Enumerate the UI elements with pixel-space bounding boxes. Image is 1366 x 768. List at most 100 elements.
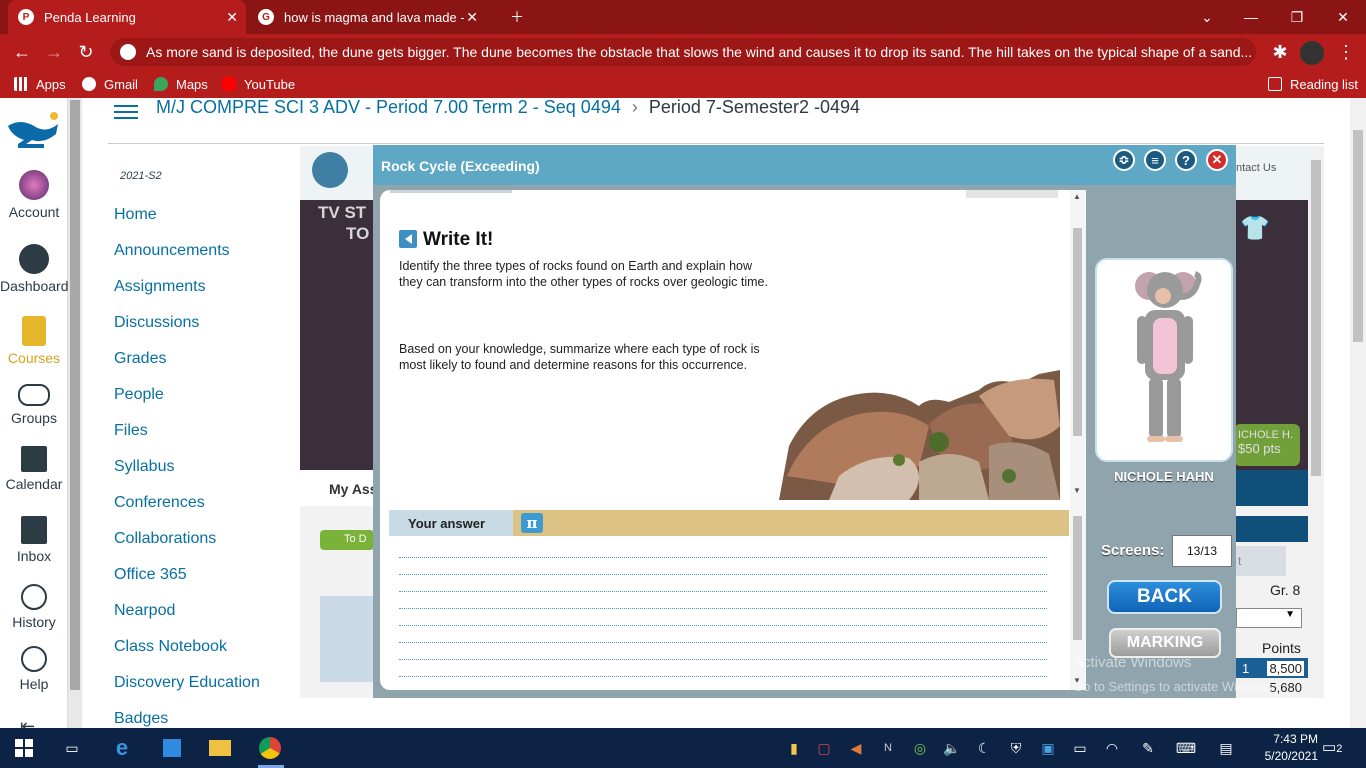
tab-search-icon[interactable]: ⌄ xyxy=(1184,0,1230,34)
bookmark-youtube[interactable]: YouTube xyxy=(222,75,295,93)
lamp-logo-icon[interactable] xyxy=(4,104,64,148)
wifi-icon[interactable]: ◠ xyxy=(1098,734,1126,762)
maps-icon xyxy=(154,77,168,91)
reload-icon[interactable]: ↻ xyxy=(74,40,98,64)
file-explorer-icon[interactable] xyxy=(206,734,234,762)
address-bar[interactable]: As more sand is deposited, the dune gets… xyxy=(110,38,1256,66)
course-nav-nearpod[interactable]: Nearpod xyxy=(114,602,175,620)
edge-icon[interactable]: e xyxy=(108,734,136,762)
nav-courses[interactable]: Courses xyxy=(0,316,68,366)
notes-icon[interactable]: ≡ xyxy=(1144,149,1166,171)
nav-history[interactable]: History xyxy=(0,584,68,630)
course-nav-conferences[interactable]: Conferences xyxy=(114,494,205,512)
nav-inbox[interactable]: Inbox xyxy=(0,516,68,564)
nav-label: Inbox xyxy=(16,548,52,564)
back-icon[interactable]: ← xyxy=(10,40,34,64)
leaderboard-select[interactable]: ▼ xyxy=(1236,608,1302,628)
course-nav-files[interactable]: Files xyxy=(114,422,148,440)
reading-list[interactable]: Reading list xyxy=(1268,75,1358,93)
nav-dashboard[interactable]: Dashboard xyxy=(0,244,69,294)
answer-line xyxy=(399,676,1047,677)
tray-icon[interactable]: ▢ xyxy=(810,734,838,762)
todo-button[interactable]: To D xyxy=(320,530,374,550)
course-nav-badges[interactable]: Badges xyxy=(114,710,168,728)
assignment-card[interactable] xyxy=(320,596,380,682)
scroll-down-icon[interactable]: ▼ xyxy=(1073,486,1081,495)
close-window-icon[interactable]: ✕ xyxy=(1320,0,1366,34)
course-nav-syllabus[interactable]: Syllabus xyxy=(114,458,174,476)
math-symbol-button[interactable]: π xyxy=(521,513,543,533)
shirt-icon[interactable]: 👕 xyxy=(1240,214,1276,244)
close-tab-icon[interactable]: ✕ xyxy=(466,9,478,26)
pen-icon[interactable]: ✎ xyxy=(1134,734,1162,762)
help-icon[interactable]: ? xyxy=(1175,149,1197,171)
breadcrumb-course[interactable]: M/J COMPRE SCI 3 ADV - Period 7.00 Term … xyxy=(156,97,621,117)
bookmark-apps[interactable]: Apps xyxy=(14,75,66,93)
course-nav-office-365[interactable]: Office 365 xyxy=(114,566,187,584)
forward-icon[interactable]: → xyxy=(42,40,66,64)
course-nav-grades[interactable]: Grades xyxy=(114,350,166,368)
new-tab-icon[interactable]: ＋ xyxy=(494,0,540,34)
tray-icon[interactable]: ▮ xyxy=(780,734,808,762)
minimize-icon[interactable]: — xyxy=(1228,0,1274,34)
settings-toggle-icon[interactable]: ≎ xyxy=(1113,149,1135,171)
course-nav-class-notebook[interactable]: Class Notebook xyxy=(114,638,227,656)
nav-groups[interactable]: Groups xyxy=(0,384,68,426)
course-nav-home[interactable]: Home xyxy=(114,206,157,224)
page-scrollbar-thumb[interactable] xyxy=(1353,130,1363,342)
security-icon[interactable]: ⛨ xyxy=(1002,734,1030,762)
calendar-icon xyxy=(21,446,47,472)
scroll-up-icon[interactable]: ▲ xyxy=(1073,192,1081,201)
taskbar-clock[interactable]: 7:43 PM 5/20/2021 xyxy=(1250,731,1318,765)
hamburger-menu-icon[interactable] xyxy=(114,101,138,121)
tab-google[interactable]: G how is magma and lava made - G ✕ xyxy=(248,0,486,34)
leaderboard-tab[interactable]: t xyxy=(1236,546,1286,576)
bookmark-maps[interactable]: Maps xyxy=(154,75,208,93)
keyboard-icon[interactable]: ⌨ xyxy=(1172,734,1200,762)
nav-account[interactable]: Account xyxy=(0,170,68,220)
course-nav-assignments[interactable]: Assignments xyxy=(114,278,206,296)
windows-start-icon[interactable] xyxy=(10,734,38,762)
student-points-badge: ICHOLE H. $50 pts xyxy=(1234,424,1300,466)
close-tab-icon[interactable]: ✕ xyxy=(226,9,238,26)
audio-speaker-icon[interactable] xyxy=(399,230,417,248)
volume-icon[interactable]: 🔈 xyxy=(938,734,966,762)
answer-scrollbar-thumb[interactable] xyxy=(1073,516,1082,640)
extensions-icon[interactable]: ✱ xyxy=(1268,40,1292,64)
task-view-icon[interactable]: ▭ xyxy=(58,734,86,762)
section-title: Write It! xyxy=(423,229,494,250)
night-light-icon[interactable]: ☾ xyxy=(970,734,998,762)
nav-scrollbar-thumb[interactable] xyxy=(70,100,80,690)
course-nav-collaborations[interactable]: Collaborations xyxy=(114,530,216,548)
restore-icon[interactable]: ❐ xyxy=(1274,0,1320,34)
tray-icon[interactable]: ◎ xyxy=(906,734,934,762)
answer-textarea[interactable] xyxy=(389,536,1069,686)
tab-penda[interactable]: P Penda Learning ✕ xyxy=(8,0,246,34)
tray-icon[interactable]: ▣ xyxy=(1034,734,1062,762)
penda-favicon-icon: P xyxy=(18,9,34,25)
panel-scrollbar-thumb[interactable] xyxy=(1073,228,1082,436)
menu-icon[interactable]: ⋮ xyxy=(1334,40,1358,64)
input-icon[interactable]: ▤ xyxy=(1212,734,1240,762)
tray-icon[interactable]: ◀ xyxy=(842,734,870,762)
course-nav-people[interactable]: People xyxy=(114,386,164,404)
battery-icon[interactable]: ▭ xyxy=(1066,734,1094,762)
nav-calendar[interactable]: Calendar xyxy=(0,446,68,492)
my-assignments-tab[interactable]: My Ass xyxy=(300,470,380,506)
course-nav-announcements[interactable]: Announcements xyxy=(114,242,230,260)
store-icon[interactable] xyxy=(158,734,186,762)
chrome-icon[interactable] xyxy=(256,734,284,762)
tray-icon[interactable]: N xyxy=(874,734,902,762)
bookmark-gmail[interactable]: Gmail xyxy=(82,75,138,93)
penda-contact-link[interactable]: ntact Us xyxy=(1236,162,1276,174)
nav-help[interactable]: Help xyxy=(0,646,68,692)
close-icon[interactable]: ✕ xyxy=(1206,149,1228,171)
nav-label: Groups xyxy=(11,410,57,426)
frame-scrollbar-thumb[interactable] xyxy=(1311,160,1321,476)
notifications-icon[interactable]: ▭2 xyxy=(1322,738,1348,758)
back-button[interactable]: BACK xyxy=(1107,580,1222,614)
course-nav-discovery-education[interactable]: Discovery Education xyxy=(114,674,260,692)
profile-avatar[interactable] xyxy=(1300,41,1324,65)
gmail-icon xyxy=(82,77,96,91)
course-nav-discussions[interactable]: Discussions xyxy=(114,314,199,332)
